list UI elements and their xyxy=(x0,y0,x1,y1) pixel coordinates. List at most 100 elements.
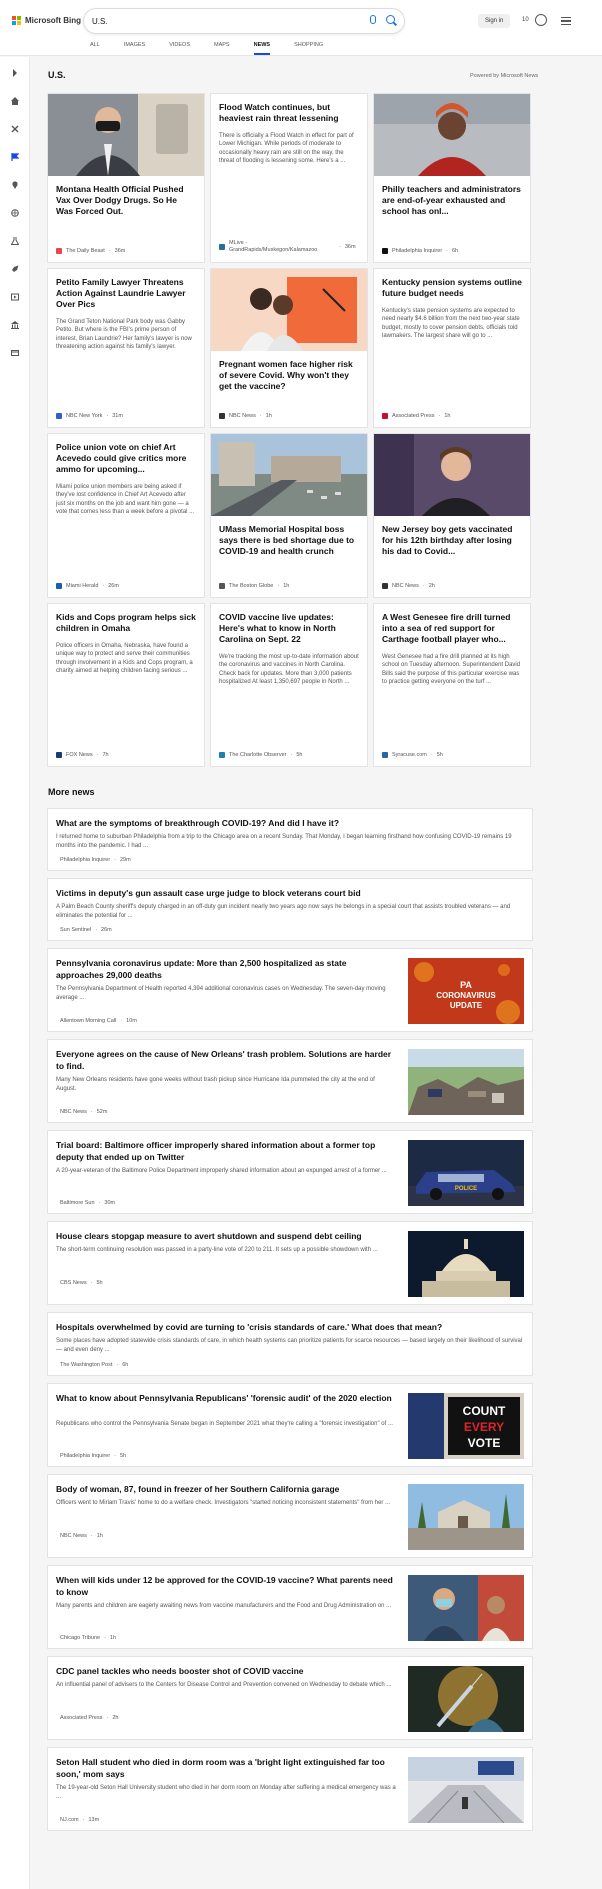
card-title[interactable]: UMass Memorial Hospital boss says there … xyxy=(211,516,367,557)
news-card[interactable]: Montana Health Official Pushed Vax Over … xyxy=(48,94,204,262)
boy-portrait-photo xyxy=(374,434,530,516)
item-title[interactable]: Everyone agrees on the cause of New Orle… xyxy=(56,1049,396,1072)
publisher-logo-icon xyxy=(219,413,225,419)
source-time: 1h xyxy=(265,413,272,419)
powered-by-label: Powered by Microsoft News xyxy=(470,73,539,79)
news-card[interactable]: Police union vote on chief Art Acevedo c… xyxy=(48,434,204,597)
hamburger-menu-icon[interactable] xyxy=(561,17,571,25)
item-title[interactable]: Trial board: Baltimore officer improperl… xyxy=(56,1140,396,1163)
publisher-logo-icon xyxy=(219,244,225,250)
more-news-item[interactable]: Victims in deputy's gun assault case urg… xyxy=(48,879,532,940)
chevron-right-icon[interactable] xyxy=(11,69,19,77)
bing-logo[interactable]: Microsoft Bing xyxy=(12,16,81,25)
more-news-item[interactable]: Pennsylvania coronavirus update: More th… xyxy=(48,949,532,1031)
source-name: FOX News xyxy=(66,752,93,758)
card-title[interactable]: A West Genesee fire drill turned into a … xyxy=(374,604,530,645)
source-time: 1h xyxy=(283,583,290,589)
science-icon[interactable] xyxy=(11,237,19,245)
card-title[interactable]: Philly teachers and administrators are e… xyxy=(374,176,530,217)
card-title[interactable]: Pregnant women face higher risk of sever… xyxy=(211,351,367,392)
item-title[interactable]: Seton Hall student who died in dorm room… xyxy=(56,1757,396,1780)
search-box[interactable] xyxy=(84,9,404,33)
more-news-item[interactable]: Trial board: Baltimore officer improperl… xyxy=(48,1131,532,1213)
item-title[interactable]: When will kids under 12 be approved for … xyxy=(56,1575,396,1598)
more-news-item[interactable]: Body of woman, 87, found in freezer of h… xyxy=(48,1475,532,1557)
sign-in-button[interactable]: Sign in xyxy=(478,14,511,28)
rewards-trophy-icon[interactable] xyxy=(535,14,547,26)
more-news-item[interactable]: What are the symptoms of breakthrough CO… xyxy=(48,809,532,870)
item-source: Baltimore Sun · 30m xyxy=(60,1200,116,1206)
news-card[interactable]: Petito Family Lawyer Threatens Action Ag… xyxy=(48,269,204,427)
source-name: Syracuse.com xyxy=(392,752,427,758)
tab-maps[interactable]: MAPS xyxy=(214,40,230,56)
more-news-item[interactable]: Hospitals overwhelmed by covid are turni… xyxy=(48,1313,532,1375)
news-card[interactable]: New Jersey boy gets vaccinated for his 1… xyxy=(374,434,530,597)
source-name: NBC News xyxy=(60,1533,87,1539)
item-title[interactable]: What to know about Pennsylvania Republic… xyxy=(56,1393,396,1405)
news-card[interactable]: Pregnant women face higher risk of sever… xyxy=(211,269,367,427)
item-title[interactable]: What are the symptoms of breakthrough CO… xyxy=(56,818,524,830)
more-news-item[interactable]: Seton Hall student who died in dorm room… xyxy=(48,1748,532,1830)
tab-all[interactable]: ALL xyxy=(90,40,100,56)
money-icon[interactable] xyxy=(11,349,19,357)
item-title[interactable]: House clears stopgap measure to avert sh… xyxy=(56,1231,396,1243)
card-title[interactable]: Petito Family Lawyer Threatens Action Ag… xyxy=(48,269,204,310)
more-news-item[interactable]: What to know about Pennsylvania Republic… xyxy=(48,1384,532,1466)
card-title[interactable]: Kentucky pension systems outline future … xyxy=(374,269,530,299)
item-snippet: Many New Orleans residents have gone wee… xyxy=(56,1077,375,1092)
card-title[interactable]: Kids and Cops program helps sick childre… xyxy=(48,604,204,634)
tab-news[interactable]: NEWS xyxy=(253,40,270,56)
news-card[interactable]: COVID vaccine live updates: Here's what … xyxy=(211,604,367,766)
source-time: 29m xyxy=(120,857,131,863)
news-card[interactable]: UMass Memorial Hospital boss says there … xyxy=(211,434,367,597)
news-card[interactable]: Kentucky pension systems outline future … xyxy=(374,269,530,427)
tab-videos[interactable]: VIDEOS xyxy=(169,40,190,56)
item-title[interactable]: Victims in deputy's gun assault case urg… xyxy=(56,888,524,900)
card-snippet: Kentucky's state pension systems are exp… xyxy=(382,308,520,340)
card-title[interactable]: Montana Health Official Pushed Vax Over … xyxy=(48,176,204,217)
tab-images[interactable]: IMAGES xyxy=(124,40,145,56)
more-news-item[interactable]: When will kids under 12 be approved for … xyxy=(48,1566,532,1648)
microphone-icon[interactable] xyxy=(370,15,376,24)
more-news-heading: More news xyxy=(48,787,95,797)
search-icon[interactable] xyxy=(386,15,395,24)
card-title[interactable]: New Jersey boy gets vaccinated for his 1… xyxy=(374,516,530,557)
microsoft-logo-icon xyxy=(12,16,21,25)
more-news-item[interactable]: Everyone agrees on the cause of New Orle… xyxy=(48,1040,532,1122)
card-title[interactable]: COVID vaccine live updates: Here's what … xyxy=(211,604,367,645)
tools-icon[interactable] xyxy=(11,125,19,133)
item-title[interactable]: Pennsylvania coronavirus update: More th… xyxy=(56,958,396,981)
publisher-logo-icon xyxy=(219,752,225,758)
item-title[interactable]: Hospitals overwhelmed by covid are turni… xyxy=(56,1322,524,1334)
card-title[interactable]: Flood Watch continues, but heaviest rain… xyxy=(211,94,367,124)
publisher-logo-icon xyxy=(382,413,388,419)
home-icon[interactable] xyxy=(11,97,19,105)
news-card[interactable]: Kids and Cops program helps sick childre… xyxy=(48,604,204,766)
item-snippet: An influential panel of advisers to the … xyxy=(56,1682,392,1688)
more-news-item[interactable]: House clears stopgap measure to avert sh… xyxy=(48,1222,532,1304)
rocket-icon[interactable] xyxy=(11,265,19,273)
card-snippet: Miami police union members are being ask… xyxy=(56,484,195,516)
flag-icon[interactable] xyxy=(11,153,19,161)
graphic-text-line-3: VOTE xyxy=(468,1436,501,1450)
card-snippet: West Genesee had a fire drill planned at… xyxy=(382,654,521,686)
news-card[interactable]: A West Genesee fire drill turned into a … xyxy=(374,604,530,766)
news-card[interactable]: Philly teachers and administrators are e… xyxy=(374,94,530,262)
item-title[interactable]: CDC panel tackles who needs booster shot… xyxy=(56,1666,396,1678)
tab-shopping[interactable]: SHOPPING xyxy=(294,40,323,56)
graphic-text-line-2: CORONAVIRUS xyxy=(436,991,496,1000)
globe-icon[interactable] xyxy=(11,209,19,217)
source-name: NBC News xyxy=(60,1109,87,1115)
publisher-logo-icon xyxy=(56,413,62,419)
item-title[interactable]: Body of woman, 87, found in freezer of h… xyxy=(56,1484,396,1496)
card-title[interactable]: Police union vote on chief Art Acevedo c… xyxy=(48,434,204,475)
source-name: NBC News xyxy=(229,413,256,419)
bank-icon[interactable] xyxy=(11,321,19,329)
location-icon[interactable] xyxy=(11,181,19,189)
item-source: CBS News · 5h xyxy=(60,1280,103,1286)
more-news-item[interactable]: CDC panel tackles who needs booster shot… xyxy=(48,1657,532,1739)
search-input[interactable] xyxy=(92,14,352,28)
category-rail xyxy=(0,57,30,1889)
entertainment-icon[interactable] xyxy=(11,293,19,301)
news-card[interactable]: Flood Watch continues, but heaviest rain… xyxy=(211,94,367,262)
